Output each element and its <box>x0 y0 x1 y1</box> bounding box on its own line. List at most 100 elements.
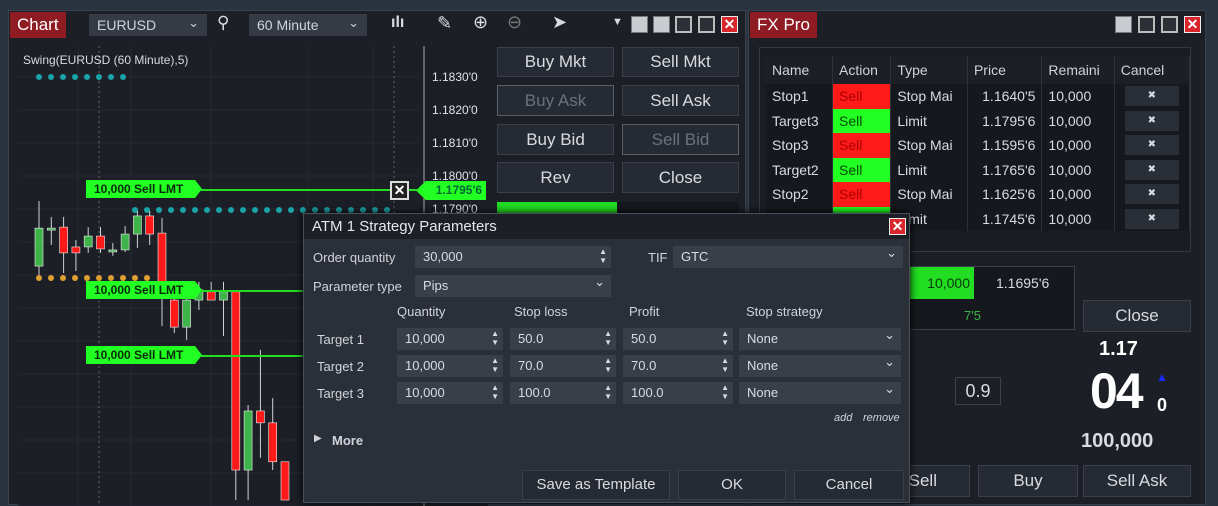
cancel-order-icon[interactable]: ✕ <box>390 181 409 200</box>
target-stop-loss-input[interactable]: 100.0 ▲ ▼ <box>510 382 616 404</box>
more-toggle[interactable]: More <box>332 433 363 448</box>
order-row[interactable]: Stop2 Sell Stop Mai 1.1625'6 10,000 ✖ <box>766 182 1191 207</box>
target-stop-loss-input[interactable]: 70.0 ▲ ▼ <box>510 355 616 377</box>
buy-bid-button[interactable]: Buy Bid <box>497 124 614 155</box>
cancel-order-button[interactable]: ✖ <box>1124 159 1179 180</box>
order-tag[interactable]: 10,000 Sell LMT <box>86 346 202 364</box>
spinner-icon[interactable]: ▲ ▼ <box>491 383 499 401</box>
column-header[interactable]: Name <box>766 56 833 84</box>
order-qty-input[interactable]: 30,000 ▲ ▼ <box>415 246 611 268</box>
candle-body <box>280 461 290 501</box>
candle-body <box>170 299 179 328</box>
zoom-in-icon[interactable]: ⊕ <box>473 12 488 33</box>
buy-ask-button[interactable]: Buy Ask <box>497 85 614 116</box>
cancel-order-button[interactable]: ✖ <box>1124 208 1179 229</box>
layout-button-2[interactable] <box>653 16 670 33</box>
spinner-icon[interactable]: ▲ ▼ <box>604 383 612 401</box>
remove-link[interactable]: remove <box>863 412 900 424</box>
candle-body <box>133 215 142 235</box>
buy-mkt-button[interactable]: Buy Mkt <box>497 47 614 77</box>
column-header[interactable]: Action <box>832 56 892 84</box>
interval-select[interactable]: 60 Minute ⌄ <box>249 14 367 36</box>
order-tag[interactable]: 10,000 Sell LMT <box>86 180 202 198</box>
order-cancel-cell: ✖ <box>1114 206 1191 231</box>
fx-close-button[interactable]: Close <box>1083 300 1191 332</box>
pencil-icon[interactable]: ✎ <box>437 13 452 34</box>
spinner-icon[interactable]: ▲ ▼ <box>491 356 499 374</box>
cancel-order-button[interactable]: ✖ <box>1124 184 1179 205</box>
target-qty-input[interactable]: 10,000 ▲ ▼ <box>397 355 503 377</box>
swing-high-dot <box>276 207 282 213</box>
spinner-icon[interactable]: ▲ ▼ <box>599 247 607 265</box>
order-row[interactable]: Stop1 Sell Stop Mai 1.1640'5 10,000 ✖ <box>766 84 1191 109</box>
spinner-icon[interactable]: ▲ ▼ <box>721 383 729 401</box>
price-big: 04 <box>1090 363 1144 419</box>
column-header[interactable]: Cancel <box>1114 56 1191 84</box>
minimize-button[interactable] <box>675 16 692 33</box>
search-icon[interactable]: ⚲ <box>217 13 229 33</box>
spinner-icon[interactable]: ▲ ▼ <box>721 329 729 347</box>
sell-mkt-button[interactable]: Sell Mkt <box>622 47 739 77</box>
spinner-icon[interactable]: ▲ ▼ <box>721 356 729 374</box>
fxpro-tab[interactable]: FX Pro <box>750 12 817 38</box>
sell-ask-button[interactable]: Sell Ask <box>622 85 739 116</box>
stop-strategy-select[interactable]: None ⌄ <box>739 382 901 404</box>
zoom-out-icon[interactable]: ⊖ <box>507 12 522 33</box>
expand-triangle-icon[interactable]: ▶ <box>314 433 322 444</box>
add-link[interactable]: add <box>834 412 852 424</box>
sell-bid-button[interactable]: Sell Bid <box>622 124 739 155</box>
layout-button[interactable] <box>1115 16 1132 33</box>
cancel-button[interactable]: Cancel <box>794 470 904 500</box>
target-qty-input[interactable]: 10,000 ▲ ▼ <box>397 382 503 404</box>
dialog-close-button[interactable]: ✕ <box>889 218 906 235</box>
cancel-order-button[interactable]: ✖ <box>1124 135 1179 156</box>
cursor-icon[interactable]: ➤ <box>552 12 567 33</box>
save-template-button[interactable]: Save as Template <box>522 470 670 500</box>
order-row[interactable]: Target2 Sell Limit 1.1765'6 10,000 ✖ <box>766 157 1191 182</box>
cancel-order-button[interactable]: ✖ <box>1124 86 1179 107</box>
bar-chart-icon[interactable]: ılı <box>391 14 404 32</box>
close-position-button[interactable]: Close <box>622 162 739 193</box>
stop-strategy-select[interactable]: None ⌄ <box>739 355 901 377</box>
stop-strategy-select[interactable]: None ⌄ <box>739 328 901 350</box>
order-tag[interactable]: 10,000 Sell LMT <box>86 281 202 299</box>
maximize-button[interactable] <box>1161 16 1178 33</box>
minimize-button[interactable] <box>1138 16 1155 33</box>
target-qty-input[interactable]: 10,000 ▲ ▼ <box>397 328 503 350</box>
target-profit-input[interactable]: 50.0 ▲ ▼ <box>623 328 733 350</box>
order-action: Sell <box>832 108 892 133</box>
target-profit-input[interactable]: 70.0 ▲ ▼ <box>623 355 733 377</box>
buy-button[interactable]: Buy <box>978 465 1078 497</box>
chevron-down-icon: ⌄ <box>348 15 359 30</box>
atm-strategy-dialog: ATM 1 Strategy Parameters ✕ Order quanti… <box>303 213 910 503</box>
maximize-button[interactable] <box>698 16 715 33</box>
spinner-icon[interactable]: ▲ ▼ <box>604 356 612 374</box>
target-stop-loss-input[interactable]: 50.0 ▲ ▼ <box>510 328 616 350</box>
tif-select[interactable]: GTC ⌄ <box>673 246 903 268</box>
order-action: Sell <box>832 157 892 182</box>
spinner-icon[interactable]: ▲ ▼ <box>491 329 499 347</box>
column-header[interactable]: Remaini <box>1041 56 1115 84</box>
spinner-icon[interactable]: ▲ ▼ <box>604 329 612 347</box>
close-button[interactable]: ✕ <box>721 16 738 33</box>
param-type-select[interactable]: Pips ⌄ <box>415 275 611 297</box>
layout-button[interactable] <box>631 16 648 33</box>
order-row[interactable]: Target3 Sell Limit 1.1795'6 10,000 ✖ <box>766 108 1191 133</box>
symbol-select[interactable]: EURUSD ⌄ <box>89 14 207 36</box>
rev-button[interactable]: Rev <box>497 162 614 193</box>
column-header[interactable]: Price <box>967 56 1043 84</box>
ok-button[interactable]: OK <box>678 470 786 500</box>
swing-low-dot <box>84 275 90 281</box>
fx-sell-ask-button[interactable]: Sell Ask <box>1083 465 1191 497</box>
chart-tab[interactable]: Chart <box>10 12 66 38</box>
target-profit-input[interactable]: 100.0 ▲ ▼ <box>623 382 733 404</box>
tif-label: TIF <box>648 250 668 265</box>
stop-strategy: None <box>747 331 779 346</box>
order-row[interactable]: Stop3 Sell Stop Mai 1.1595'6 10,000 ✖ <box>766 133 1191 158</box>
column-header[interactable]: Type <box>890 56 968 84</box>
dropdown-triangle-icon[interactable]: ▼ <box>612 16 623 28</box>
cancel-order-button[interactable]: ✖ <box>1124 110 1179 131</box>
param-type-value: Pips <box>423 278 449 293</box>
close-button[interactable]: ✕ <box>1184 16 1201 33</box>
swing-high-dot <box>120 74 126 80</box>
